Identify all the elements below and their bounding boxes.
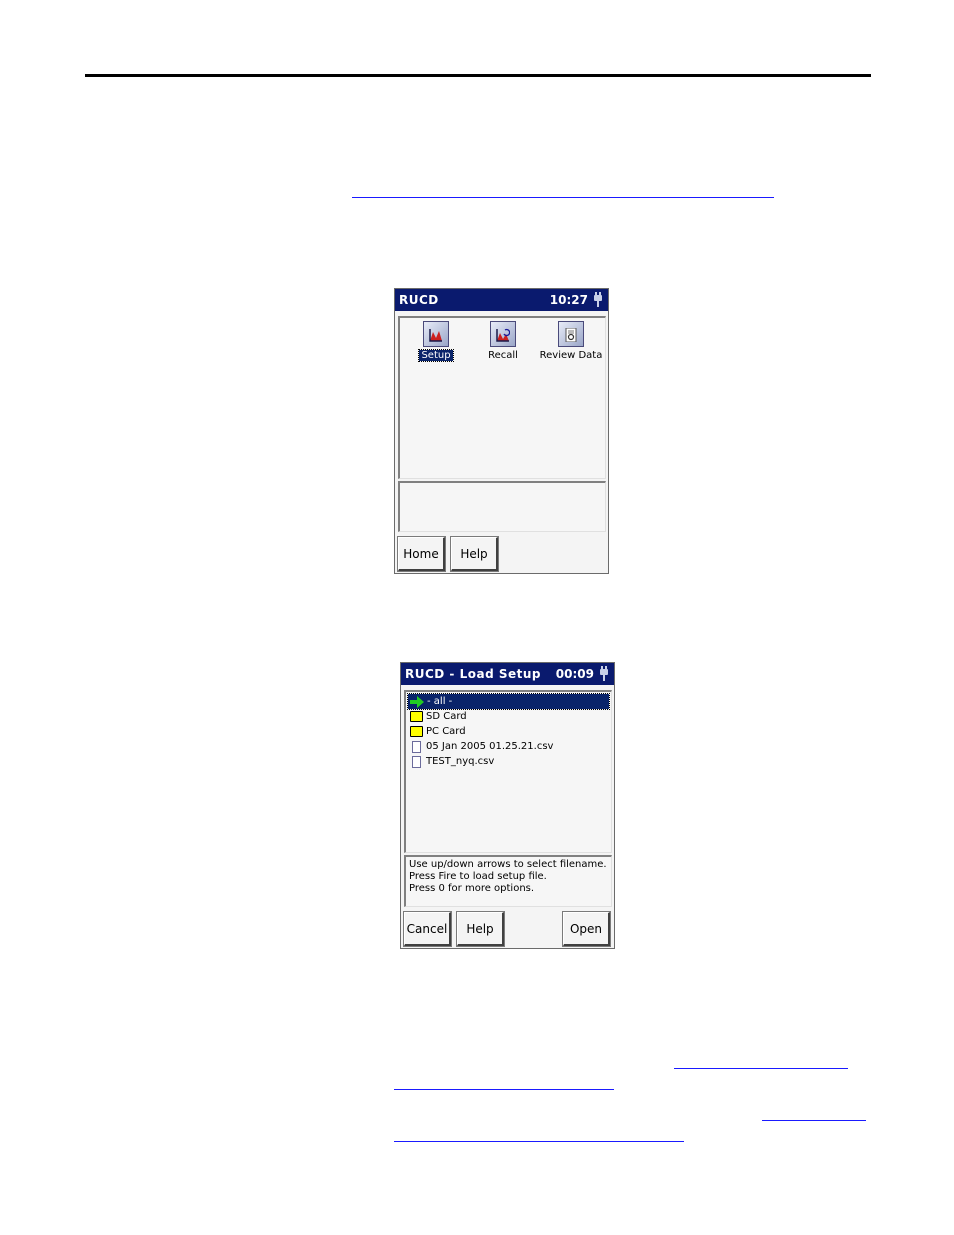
help-button[interactable]: Help xyxy=(456,911,505,947)
link-underline-5[interactable] xyxy=(394,1141,684,1142)
green-arrow-icon xyxy=(410,695,424,708)
file-list-panel: - all - SD Card PC Card 05 Jan 2005 01.2… xyxy=(404,690,612,853)
file-row-sd-card[interactable]: SD Card xyxy=(408,709,609,724)
setup-chart-icon xyxy=(423,321,449,347)
instruction-line: Use up/down arrows to select filename. xyxy=(409,859,607,870)
title-bar: RUCD - Load Setup 00:09 xyxy=(401,663,614,685)
power-plug-icon xyxy=(592,292,604,308)
file-row-pc-card[interactable]: PC Card xyxy=(408,724,609,739)
home-button[interactable]: Home xyxy=(397,536,446,572)
file-name: PC Card xyxy=(426,726,466,737)
folder-icon xyxy=(410,711,423,722)
file-name: TEST_nyq.csv xyxy=(426,756,495,767)
instructions: Use up/down arrows to select filename. P… xyxy=(409,859,607,895)
top-rule xyxy=(85,74,871,77)
clock: 10:27 xyxy=(549,293,588,307)
help-button[interactable]: Help xyxy=(450,536,499,572)
setup-app[interactable]: Setup xyxy=(401,321,471,362)
review-data-icon xyxy=(558,321,584,347)
recall-app[interactable]: Recall xyxy=(468,321,538,361)
recall-chart-icon xyxy=(490,321,516,347)
recall-label: Recall xyxy=(488,350,518,361)
title-bar: RUCD 10:27 xyxy=(395,289,608,311)
message-panel: Use up/down arrows to select filename. P… xyxy=(404,855,612,907)
file-name: SD Card xyxy=(426,711,467,722)
link-underline-3[interactable] xyxy=(394,1089,614,1090)
setup-label: Setup xyxy=(418,349,454,362)
power-plug-icon xyxy=(598,666,610,682)
file-row-all[interactable]: - all - xyxy=(407,693,610,710)
file-row-csv-2[interactable]: TEST_nyq.csv xyxy=(408,754,609,769)
link-underline-2[interactable] xyxy=(674,1068,848,1069)
review-data-app[interactable]: Review Data xyxy=(536,321,606,361)
message-panel xyxy=(398,481,606,532)
file-icon xyxy=(412,740,421,753)
link-underline-1[interactable] xyxy=(352,197,774,198)
file-name: 05 Jan 2005 01.25.21.csv xyxy=(426,741,554,752)
file-row-csv-1[interactable]: 05 Jan 2005 01.25.21.csv xyxy=(408,739,609,754)
link-underline-4[interactable] xyxy=(762,1120,866,1121)
window-title: RUCD - Load Setup xyxy=(405,667,541,681)
rucd-load-setup-screen: RUCD - Load Setup 00:09 - all - SD Card … xyxy=(400,662,615,949)
file-icon xyxy=(412,755,421,768)
clock: 00:09 xyxy=(555,667,594,681)
cancel-button[interactable]: Cancel xyxy=(403,911,452,947)
rucd-main-screen: RUCD 10:27 Setup Recall Review Data Home… xyxy=(394,288,609,574)
folder-icon xyxy=(410,726,423,737)
file-name: - all - xyxy=(427,696,453,707)
icon-panel: Setup Recall Review Data xyxy=(398,316,606,479)
open-button[interactable]: Open xyxy=(562,911,611,947)
review-data-label: Review Data xyxy=(539,350,603,361)
instruction-line: Press 0 for more options. xyxy=(409,883,535,894)
instruction-line: Press Fire to load setup file. xyxy=(409,871,547,882)
window-title: RUCD xyxy=(399,293,439,307)
file-list: - all - SD Card PC Card 05 Jan 2005 01.2… xyxy=(407,693,610,769)
